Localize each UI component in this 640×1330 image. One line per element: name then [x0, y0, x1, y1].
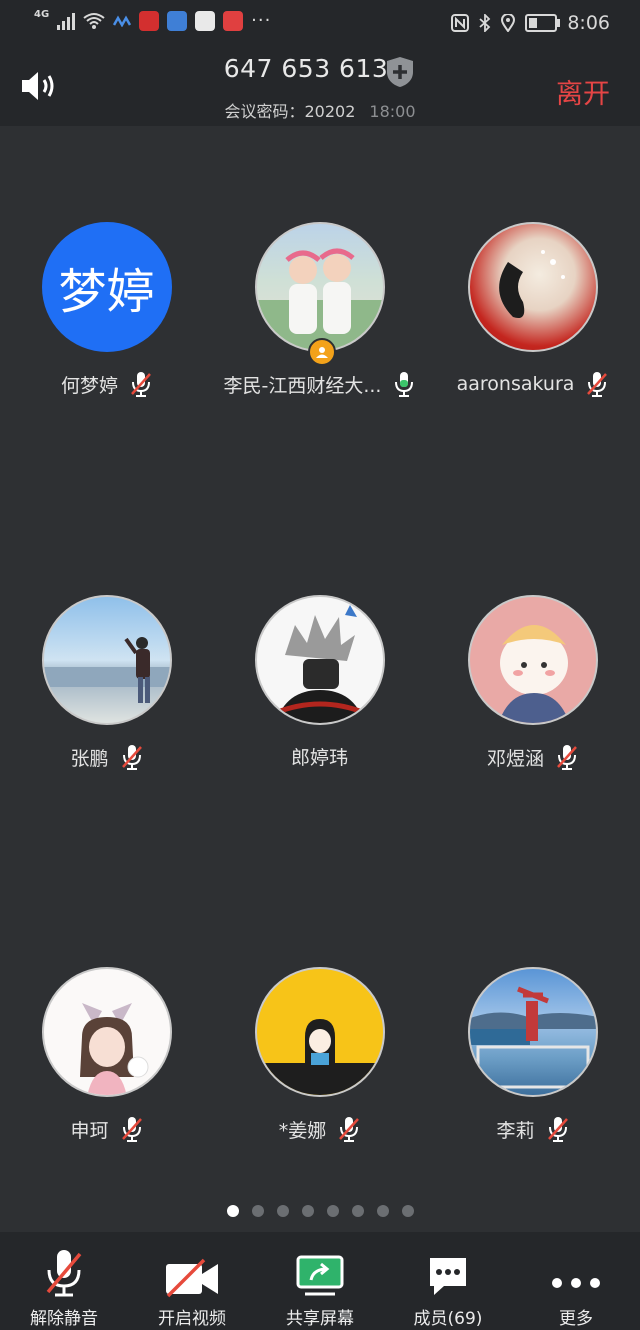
participant-tile[interactable]: 郎婷玮 — [213, 595, 426, 770]
page-dot[interactable] — [276, 1205, 289, 1217]
participant-name: 李莉 — [496, 1119, 535, 1142]
participant-name: 邓煜涵 — [486, 747, 544, 770]
participant-name: 郎婷玮 — [290, 747, 348, 769]
avatar — [467, 595, 598, 725]
page-dot[interactable] — [326, 1205, 339, 1217]
participant-name: aaronsakura — [456, 373, 575, 395]
page-indicator[interactable] — [0, 1205, 640, 1217]
more-notifications-icon: ··· — [251, 10, 272, 31]
page-dot[interactable] — [376, 1205, 389, 1217]
start-video-label: 开启视频 — [158, 1309, 226, 1329]
page-dot[interactable] — [251, 1205, 264, 1217]
meeting-time: 18:00 — [369, 102, 416, 121]
status-bar: 4G ··· 8:06 — [0, 0, 640, 48]
mic-muted-icon — [339, 1117, 360, 1142]
avatar — [254, 222, 385, 352]
start-video-button[interactable]: 开启视频 — [128, 1232, 256, 1330]
cloud-app-icon — [113, 14, 132, 27]
page-dot[interactable] — [351, 1205, 364, 1217]
avatar: 梦婷 — [41, 222, 172, 352]
clock: 8:06 — [567, 12, 610, 34]
more-label: 更多 — [559, 1309, 593, 1329]
meeting-id[interactable]: 647 653 613 — [0, 54, 640, 83]
mic-muted-icon — [587, 372, 608, 397]
meeting-screen: 4G ··· 8:06 647 653 613 会议密码：20202 18:00… — [0, 0, 640, 1330]
members-button[interactable]: 成员(69) — [384, 1232, 512, 1330]
meeting-password: 会议密码：20202 — [224, 102, 356, 121]
location-icon — [501, 14, 516, 32]
more-icon — [552, 1278, 600, 1288]
participant-tile[interactable]: 李莉 — [426, 967, 639, 1143]
participant-name: *姜娜 — [278, 1119, 327, 1142]
mic-muted-icon — [547, 1117, 568, 1142]
page-dot[interactable] — [226, 1205, 239, 1217]
share-screen-icon — [296, 1255, 344, 1296]
share-screen-label: 共享屏幕 — [286, 1309, 354, 1329]
mic-muted-icon — [46, 1250, 82, 1297]
unmute-button[interactable]: 解除静音 — [0, 1232, 128, 1330]
participant-name: 张鹏 — [70, 747, 109, 770]
more-button[interactable]: 更多 — [512, 1232, 640, 1330]
bluetooth-icon — [479, 14, 491, 32]
mic-on-icon — [395, 372, 414, 397]
participant-name: 李民-江西财经大... — [223, 374, 382, 397]
page-dot[interactable] — [401, 1205, 414, 1217]
page-dot[interactable] — [301, 1205, 314, 1217]
avatar — [41, 967, 172, 1097]
participant-tile[interactable]: *姜娜 — [213, 967, 426, 1143]
share-screen-button[interactable]: 共享屏幕 — [256, 1232, 384, 1330]
avatar — [467, 222, 598, 352]
meeting-header: 647 653 613 会议密码：20202 18:00 离开 — [0, 48, 640, 126]
avatar — [254, 595, 385, 725]
mic-muted-icon — [557, 745, 577, 770]
participant-tile[interactable]: 梦婷 何梦婷 — [0, 222, 213, 398]
participant-tile[interactable]: 张鹏 — [0, 595, 213, 771]
participant-name: 何梦婷 — [60, 374, 118, 397]
mic-muted-icon — [121, 1117, 142, 1142]
video-off-icon — [166, 1258, 218, 1298]
participant-tile[interactable]: 李民-江西财经大... — [213, 222, 426, 398]
mic-muted-icon — [131, 372, 151, 397]
app-icon-3 — [195, 10, 216, 31]
signal-icon — [57, 12, 76, 30]
members-label: 成员(69) — [413, 1309, 483, 1329]
network-type: 4G — [34, 9, 50, 20]
participant-tile[interactable]: aaronsakura — [426, 222, 639, 398]
app-icon-4 — [223, 10, 244, 31]
participant-name: 申珂 — [70, 1119, 109, 1142]
leave-button[interactable]: 离开 — [556, 72, 610, 111]
host-badge-icon — [307, 338, 336, 366]
shield-icon[interactable] — [385, 56, 415, 92]
participant-tile[interactable]: 申珂 — [0, 967, 213, 1143]
meeting-password-line: 会议密码：20202 18:00 — [0, 98, 640, 122]
mic-muted-icon — [121, 745, 142, 770]
chat-icon — [430, 1258, 466, 1295]
unmute-label: 解除静音 — [30, 1309, 98, 1329]
avatar — [467, 967, 598, 1097]
avatar — [41, 595, 172, 725]
app-icon-1 — [139, 10, 160, 31]
app-icon-2 — [167, 10, 188, 31]
nfc-icon — [451, 14, 470, 32]
participant-tile[interactable]: 邓煜涵 — [426, 595, 639, 771]
bottom-toolbar: 解除静音 开启视频 共享屏幕 成员(69) 更多 — [0, 1232, 640, 1330]
wifi-icon — [83, 12, 105, 29]
avatar — [254, 967, 385, 1097]
battery-icon — [525, 14, 561, 32]
